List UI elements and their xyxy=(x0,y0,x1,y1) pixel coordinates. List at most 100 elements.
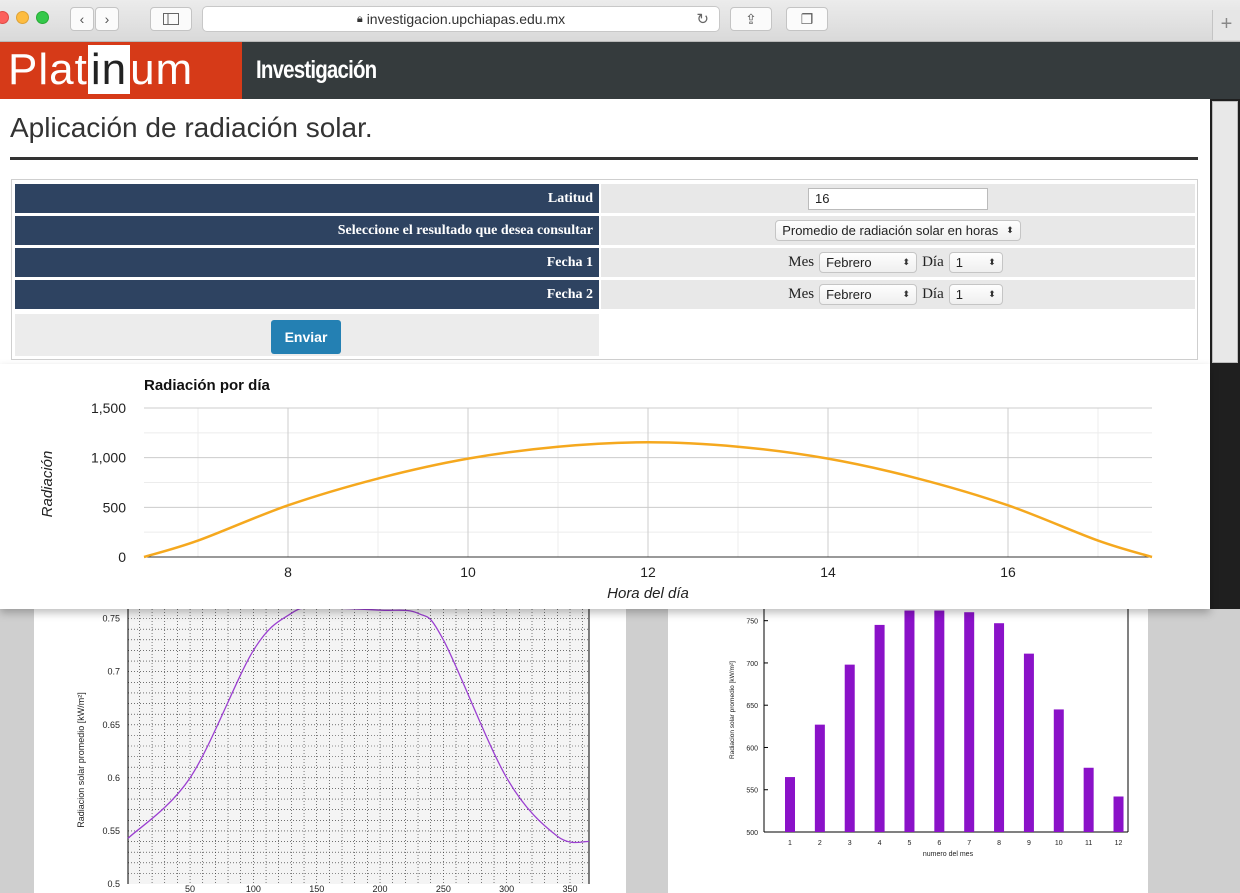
monthly-radiation-svg: 5005506006507007501 2 3 4 5 6 7 8 9 10 11 12numero … xyxy=(729,600,1129,858)
brand-text-pre: Plat xyxy=(8,45,88,94)
chevron-right-icon: › xyxy=(104,11,110,27)
x-tick-label: 8 xyxy=(997,840,1001,847)
date1-month-label: Mes xyxy=(788,254,815,270)
latitude-input[interactable]: 16 xyxy=(808,187,988,210)
date1-day-select[interactable]: 1 ⬍ xyxy=(948,252,1003,273)
share-icon: ⇪ xyxy=(745,10,757,27)
x-tick-label: 200 xyxy=(373,884,388,893)
x-tick-label: 16 xyxy=(1000,564,1016,580)
select-arrows-icon: ⬍ xyxy=(988,289,996,299)
date2-label: Fecha 2 xyxy=(15,280,599,309)
scrollbar-thumb[interactable] xyxy=(1212,101,1238,363)
y-tick-label: 600 xyxy=(746,745,758,752)
y-axis-label: Radiacion solar promedio [kW/m²] xyxy=(76,692,86,828)
y-tick-label: 500 xyxy=(103,499,127,515)
x-axis-label: numero del mes xyxy=(923,851,974,858)
y-axis-label: Radiación xyxy=(39,451,56,518)
y-tick-label: 0.75 xyxy=(102,614,120,624)
radiation-form: Latitud 16 Seleccione el resultado que d… xyxy=(11,179,1198,360)
date1-day-value: 1 xyxy=(955,255,963,270)
date2-month-label: Mes xyxy=(788,286,815,302)
result-type-cell: Promedio de radiación solar en horas ⬍ xyxy=(601,216,1195,245)
form-row-date1: Fecha 1 Mes Febrero ⬍ Día 1 ⬍ xyxy=(15,248,1195,277)
site-header: Platinum Investigación xyxy=(0,42,1240,99)
month-bar xyxy=(844,664,855,832)
y-axis-label: Radiacion solar promedio [kW/m²] xyxy=(729,661,736,759)
latitude-cell: 16 xyxy=(601,184,1195,213)
reload-icon[interactable]: ↻ xyxy=(696,10,709,28)
x-tick-label: 4 xyxy=(878,840,882,847)
select-arrows-icon: ⬍ xyxy=(902,289,911,299)
brand-text-highlight: in xyxy=(87,45,131,94)
x-axis-label: Hora del día xyxy=(607,585,689,602)
date2-day-value: 1 xyxy=(955,287,963,302)
x-tick-label: 11 xyxy=(1085,840,1092,847)
x-tick-label: 300 xyxy=(499,884,514,893)
x-tick-label: 14 xyxy=(820,564,836,580)
forward-button[interactable]: › xyxy=(95,7,119,31)
annual-radiation-plot: 0.5 0.55 0.6 0.65 0.7 0.75 50 100 150 200 250 300 35… xyxy=(34,600,626,893)
tabs-overview-button[interactable]: ❐ xyxy=(786,7,828,31)
x-tick-label: 3 xyxy=(848,840,852,847)
x-tick-label: 250 xyxy=(436,884,451,893)
month-bar xyxy=(874,624,885,832)
latitude-label: Latitud xyxy=(15,184,599,213)
page-title: Aplicación de radiación solar. xyxy=(10,112,373,143)
address-bar[interactable]: 🔒︎ investigacion.upchiapas.edu.mx ↻ xyxy=(202,6,720,32)
daily-radiation-svg: 8 10 12 14 16 0 500 1,000 1,500 Radiación por día… xyxy=(39,377,1153,602)
y-tick-label: 1,000 xyxy=(91,450,126,466)
x-tick-label: 7 xyxy=(967,840,971,847)
x-tick-label: 6 xyxy=(937,840,941,847)
x-tick-label: 350 xyxy=(562,884,577,893)
x-tick-label: 100 xyxy=(246,884,261,893)
y-tick-label: 0.55 xyxy=(102,826,120,836)
date1-label: Fecha 1 xyxy=(15,248,599,277)
date2-day-label: Día xyxy=(922,286,944,302)
share-button[interactable]: ⇪ xyxy=(730,7,772,31)
x-tick-label: 10 xyxy=(460,564,476,580)
result-type-value: Promedio de radiación solar en horas xyxy=(782,223,999,238)
chevron-left-icon: ‹ xyxy=(79,11,85,27)
select-arrows-icon: ⬍ xyxy=(988,257,996,267)
tabs-icon: ❐ xyxy=(800,10,814,27)
brand-logo[interactable]: Platinum xyxy=(0,42,242,99)
y-tick-label: 0 xyxy=(118,549,126,565)
x-tick-label: 5 xyxy=(908,840,912,847)
month-bar xyxy=(785,777,795,832)
close-window-button[interactable] xyxy=(0,11,9,24)
date2-month-value: Febrero xyxy=(826,287,872,302)
month-bar xyxy=(814,724,825,832)
x-tick-label: 2 xyxy=(818,840,822,847)
x-tick-label: 1 xyxy=(788,840,792,847)
new-tab-button[interactable]: + xyxy=(1212,10,1240,40)
submit-button[interactable]: Enviar xyxy=(271,320,341,354)
form-row-latitude: Latitud 16 xyxy=(15,184,1195,213)
brand-text-post: um xyxy=(130,45,194,94)
back-button[interactable]: ‹ xyxy=(70,7,94,31)
date1-day-label: Día xyxy=(922,254,944,270)
result-type-select[interactable]: Promedio de radiación solar en horas ⬍ xyxy=(775,220,1021,241)
date2-month-select[interactable]: Febrero ⬍ xyxy=(819,284,918,305)
sidebar-button[interactable] xyxy=(150,7,192,31)
zoom-window-button[interactable] xyxy=(36,11,49,24)
result-type-label: Seleccione el resultado que desea consul… xyxy=(15,216,599,245)
daily-radiation-chart: 8 10 12 14 16 0 500 1,000 1,500 Radiación por día… xyxy=(0,364,1210,609)
x-tick-label: 150 xyxy=(309,884,324,893)
y-tick-label: 750 xyxy=(746,619,758,626)
date2-day-select[interactable]: 1 ⬍ xyxy=(948,284,1003,305)
month-bar xyxy=(904,610,915,832)
chart-title: Radiación por día xyxy=(144,377,271,394)
y-tick-label: 0.6 xyxy=(107,773,120,783)
page-scrollbar[interactable] xyxy=(1210,99,1240,609)
month-bar xyxy=(994,623,1005,832)
minimize-window-button[interactable] xyxy=(16,11,29,24)
x-tick-label: 9 xyxy=(1027,840,1031,847)
month-bar xyxy=(964,612,975,832)
section-title[interactable]: Investigación xyxy=(256,56,377,85)
y-tick-label: 0.7 xyxy=(107,667,120,677)
date1-month-select[interactable]: Febrero ⬍ xyxy=(819,252,918,273)
x-tick-label: 8 xyxy=(284,564,292,580)
select-arrows-icon: ⬍ xyxy=(1006,225,1014,235)
x-tick-label: 10 xyxy=(1055,840,1063,847)
y-tick-label: 650 xyxy=(746,703,758,710)
